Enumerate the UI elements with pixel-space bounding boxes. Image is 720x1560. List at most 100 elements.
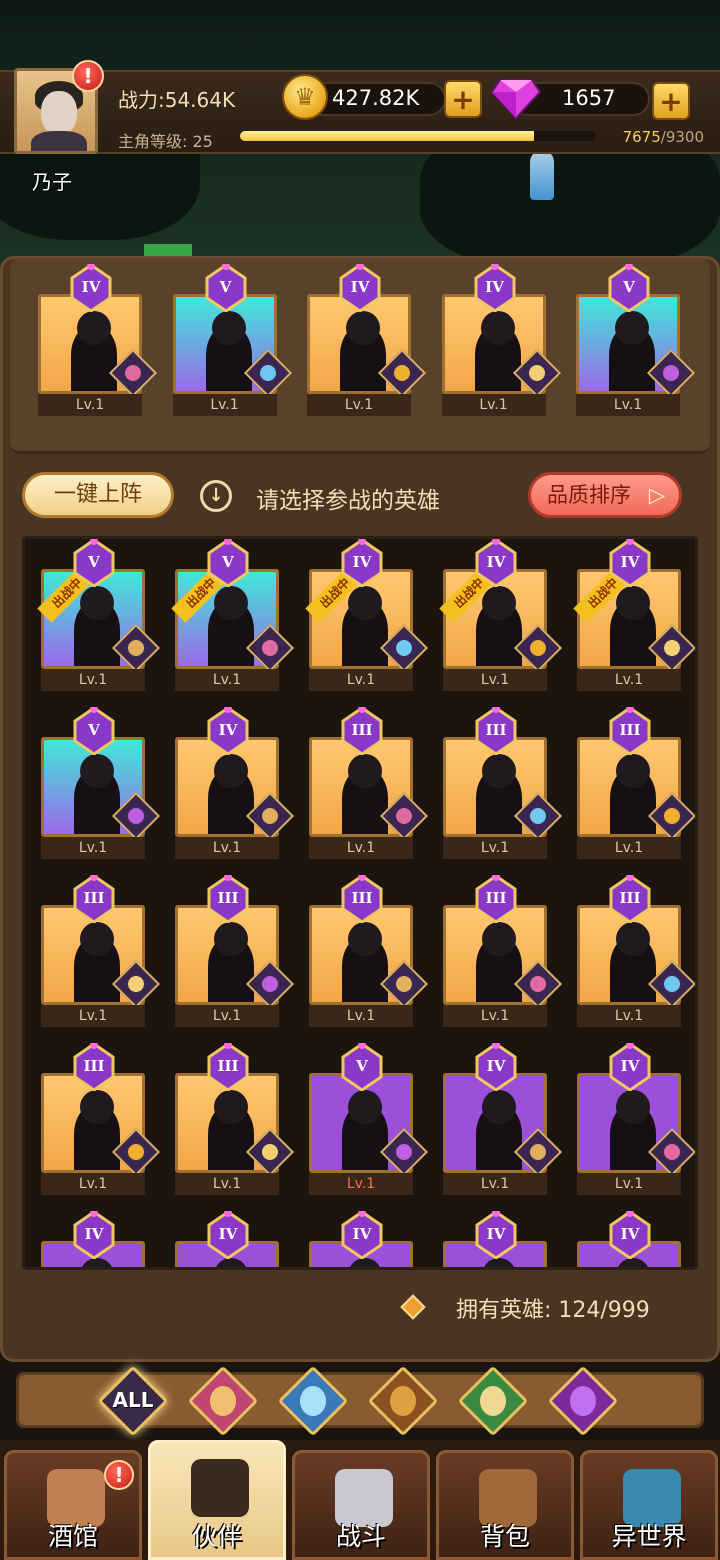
diamond-bullet-icon xyxy=(400,1294,426,1320)
hero-card[interactable]: V Lv.1 xyxy=(41,705,161,859)
hero-card[interactable]: III Lv.1 xyxy=(309,705,429,859)
demon-icon xyxy=(570,1386,596,1416)
hero-card[interactable]: V Lv.1 xyxy=(172,262,292,416)
rank-badge-icon: IV xyxy=(207,705,249,756)
filter-all-filter[interactable]: ALL xyxy=(97,1365,169,1437)
nav-label: 异世界 xyxy=(611,1522,687,1551)
rank-badge-icon: IV xyxy=(609,1041,651,1092)
rank-badge-icon: IV xyxy=(339,262,381,313)
filter-human-knight-icon[interactable] xyxy=(187,1365,259,1437)
hero-card[interactable]: 出战中 IV Lv.1 xyxy=(439,539,563,691)
nav-tab-3[interactable]: 背包 xyxy=(436,1450,574,1560)
hero-level: Lv.1 xyxy=(175,1173,279,1195)
hero-card[interactable]: III Lv.1 xyxy=(175,1041,295,1195)
rank-badge-icon: IV xyxy=(341,1209,383,1260)
filter-lion-icon[interactable] xyxy=(367,1365,439,1437)
fish-creature-icon xyxy=(300,1386,326,1416)
rank-badge-icon: III xyxy=(207,1041,249,1092)
gem-value: 1657 xyxy=(562,86,616,110)
hero-card[interactable]: IV xyxy=(175,1209,279,1267)
hero-card[interactable]: IV Lv.1 xyxy=(577,1041,695,1195)
filter-elf-icon[interactable] xyxy=(457,1365,529,1437)
rank-badge-icon: IV xyxy=(474,262,516,313)
hero-card[interactable]: 出战中 IV Lv.1 xyxy=(305,539,429,691)
hero-level-label: 主角等级: 25 xyxy=(118,132,213,151)
auto-deploy-button[interactable]: 一键上阵 xyxy=(22,472,174,518)
hero-card[interactable]: 出战中 V Lv.1 xyxy=(37,539,161,691)
hero-card[interactable]: IV Lv.1 xyxy=(38,262,158,416)
hero-level: Lv.1 xyxy=(175,837,279,859)
human-knight-icon xyxy=(210,1386,236,1416)
nav-label: 背包 xyxy=(479,1522,530,1551)
hero-level: Lv.1 xyxy=(577,1173,681,1195)
hero-card[interactable]: 出战中 V Lv.1 xyxy=(171,539,295,691)
hero-level: Lv.1 xyxy=(443,1005,547,1027)
combat-power: 战力:54.64K xyxy=(118,88,236,112)
hero-card[interactable]: IV Lv.1 xyxy=(441,262,561,416)
hero-card[interactable]: V Lv.1 xyxy=(576,262,696,416)
hero-level: Lv.1 xyxy=(309,669,413,691)
hero-card[interactable]: III Lv.1 xyxy=(577,705,695,859)
hero-level: Lv.1 xyxy=(307,394,411,416)
nav-tab-1[interactable]: 伙伴 xyxy=(148,1440,286,1560)
xp-progress-bar xyxy=(240,131,596,141)
hero-level: Lv.1 xyxy=(41,669,145,691)
hero-level: Lv.1 xyxy=(175,1005,279,1027)
rank-badge-icon: IV xyxy=(73,1209,115,1260)
hero-card[interactable]: IV xyxy=(443,1209,547,1267)
filter-demon-icon[interactable] xyxy=(547,1365,619,1437)
hero-card[interactable]: III Lv.1 xyxy=(41,1041,161,1195)
hero-card[interactable]: III Lv.1 xyxy=(443,873,563,1027)
filter-fish-creature-icon[interactable] xyxy=(277,1365,349,1437)
hero-level: Lv.1 xyxy=(576,394,680,416)
rank-badge-icon: IV xyxy=(609,539,651,588)
hero-card[interactable]: IV xyxy=(309,1209,413,1267)
avatar-alert-icon: ! xyxy=(72,60,104,92)
hero-level: Lv.1 xyxy=(443,669,547,691)
quality-sort-button[interactable]: 品质排序 ▷ xyxy=(528,472,682,518)
crystal-decoration xyxy=(530,150,554,200)
rank-badge-icon: IV xyxy=(341,539,383,588)
hero-card[interactable]: IV Lv.1 xyxy=(175,705,295,859)
rank-badge-icon: V xyxy=(207,539,249,588)
select-hero-hint: 请选择参战的英雄 xyxy=(256,488,440,514)
hero-level: Lv.1 xyxy=(577,837,681,859)
hero-level: Lv.1 xyxy=(38,394,142,416)
rank-badge-icon: V xyxy=(608,262,650,313)
owned-heroes-count: 拥有英雄: 124/999 xyxy=(400,1290,704,1326)
hero-roster-grid[interactable]: 出战中 V Lv.1 出战中 V Lv.1 出战中 IV Lv.1 出战中 IV Lv.1 出战中 IV L… xyxy=(22,536,698,1270)
hero-level: Lv.1 xyxy=(41,837,145,859)
nav-label: 酒馆 xyxy=(47,1522,98,1551)
hero-card[interactable]: IV Lv.1 xyxy=(443,1041,563,1195)
add-gems-button[interactable]: + xyxy=(652,82,690,120)
hero-card[interactable]: III Lv.1 xyxy=(309,873,429,1027)
player-name: 乃子 xyxy=(32,170,72,194)
hero-level: Lv.1 xyxy=(309,1005,413,1027)
hero-card[interactable]: V Lv.1 xyxy=(309,1041,429,1195)
rank-badge-icon: III xyxy=(609,705,651,756)
nav-tab-2[interactable]: 战斗 xyxy=(292,1450,430,1560)
sort-label: 品质排序 xyxy=(547,483,631,507)
rank-badge-icon: IV xyxy=(207,1209,249,1260)
rank-badge-icon: III xyxy=(73,873,115,924)
play-arrow-icon: ▷ xyxy=(648,483,665,507)
hero-card[interactable]: III Lv.1 xyxy=(175,873,295,1027)
hero-card[interactable]: IV xyxy=(577,1209,681,1267)
nav-tab-4[interactable]: 异世界 xyxy=(580,1450,718,1560)
rank-badge-icon: III xyxy=(341,705,383,756)
rank-badge-icon: IV xyxy=(609,1209,651,1260)
hero-card[interactable]: 出战中 IV Lv.1 xyxy=(573,539,695,691)
gold-value: 427.82K xyxy=(332,86,420,110)
hero-level: Lv.1 xyxy=(441,394,546,416)
hero-card[interactable]: III Lv.1 xyxy=(577,873,695,1027)
rank-badge-icon: III xyxy=(475,873,517,924)
hero-level: Lv.1 xyxy=(175,669,279,691)
hero-card[interactable]: IV Lv.1 xyxy=(307,262,427,416)
hero-card[interactable]: III Lv.1 xyxy=(41,873,161,1027)
rank-badge-icon: V xyxy=(205,262,247,313)
hero-level: Lv.1 xyxy=(172,394,277,416)
hero-card[interactable]: III Lv.1 xyxy=(443,705,563,859)
xp-progress-text: 7675/9300 xyxy=(622,128,704,146)
hero-card[interactable]: IV xyxy=(41,1209,145,1267)
add-gold-button[interactable]: + xyxy=(444,80,482,118)
